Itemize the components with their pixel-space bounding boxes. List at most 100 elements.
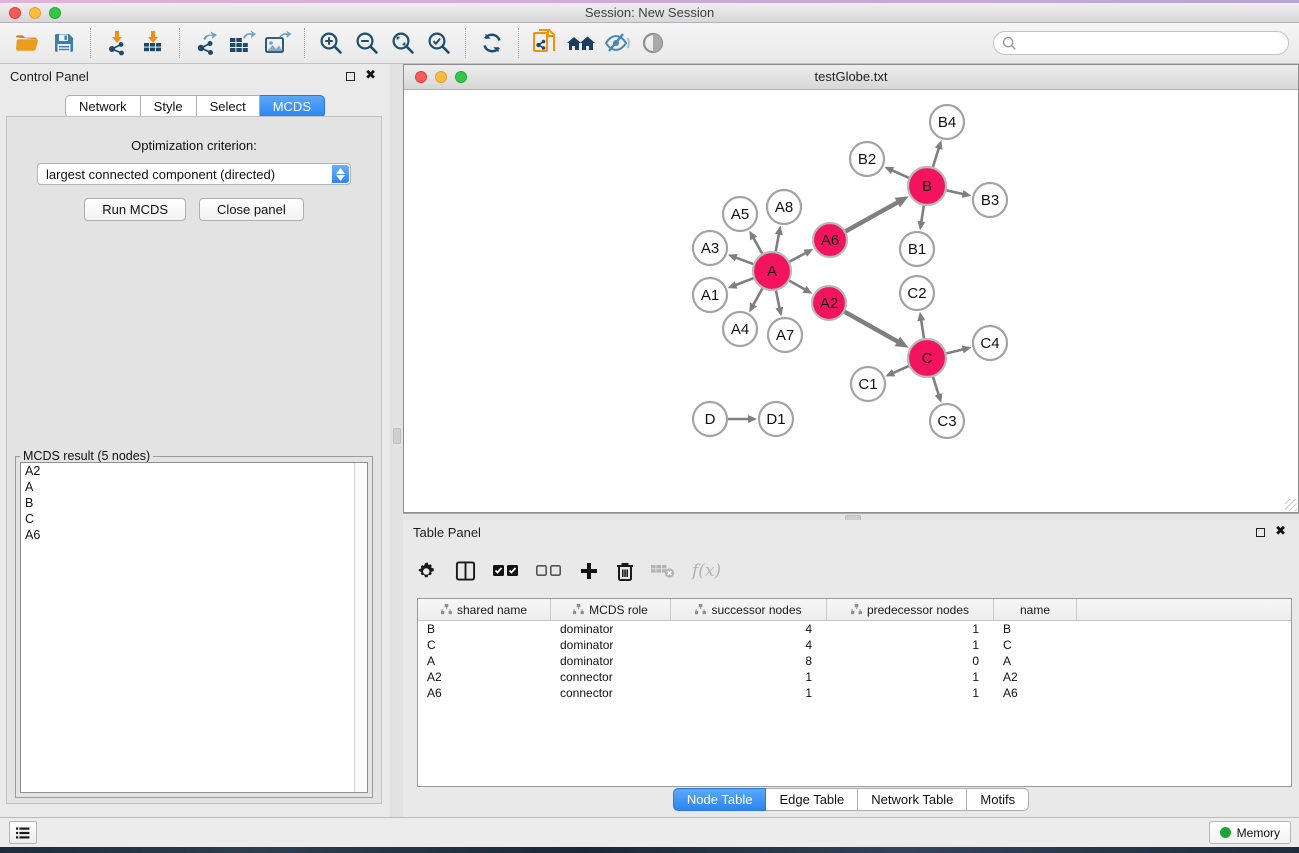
graph-edge-A6-B[interactable] — [846, 202, 899, 232]
network-window-titlebar[interactable]: testGlobe.txt — [404, 65, 1298, 90]
zoom-selected-icon[interactable] — [421, 26, 457, 60]
graph-node-B[interactable]: B — [908, 167, 946, 205]
column-header-MCDS-role[interactable]: MCDS role — [551, 599, 671, 620]
table-row[interactable]: A2connector11A2 — [418, 669, 1291, 685]
graph-edge-A-A1[interactable] — [734, 278, 753, 285]
import-network-icon[interactable] — [99, 26, 135, 60]
graph-node-A3[interactable]: A3 — [693, 231, 727, 265]
graph-edge-C-C3[interactable] — [933, 377, 939, 396]
graph-edge-A2-C[interactable] — [845, 312, 899, 343]
deselect-all-icon[interactable] — [536, 565, 562, 577]
delete-column-icon[interactable] — [616, 561, 634, 582]
graph-node-A[interactable]: A — [753, 252, 791, 290]
column-header-shared-name[interactable]: shared name — [418, 599, 551, 620]
graph-node-D1[interactable]: D1 — [759, 402, 793, 436]
graph-node-A7[interactable]: A7 — [768, 318, 802, 352]
tab-network[interactable]: Network — [65, 95, 141, 118]
scrollbar-track[interactable] — [354, 463, 367, 792]
graph-edge-B-B3[interactable] — [947, 190, 965, 194]
tab-node-table[interactable]: Node Table — [673, 788, 767, 811]
float-panel-icon[interactable] — [346, 72, 355, 81]
panel-menu-button[interactable] — [9, 821, 37, 844]
graph-edge-A-A6[interactable] — [790, 252, 807, 261]
close-panel-icon[interactable]: ✖ — [1275, 526, 1286, 538]
graph-node-B2[interactable]: B2 — [850, 142, 884, 176]
tab-motifs[interactable]: Motifs — [967, 788, 1029, 811]
result-item[interactable]: A — [21, 479, 367, 495]
hide-details-icon[interactable] — [599, 26, 635, 60]
open-session-icon[interactable] — [10, 26, 46, 60]
resize-grip-icon[interactable] — [1285, 499, 1297, 511]
table-row[interactable]: Bdominator41B — [418, 621, 1291, 637]
graph-edge-B-B1[interactable] — [921, 206, 924, 224]
tab-style[interactable]: Style — [141, 95, 197, 118]
graph-node-A2[interactable]: A2 — [812, 286, 846, 320]
graph-node-A8[interactable]: A8 — [767, 190, 801, 224]
table-row[interactable]: Adominator80A — [418, 653, 1291, 669]
import-table-icon[interactable] — [135, 26, 171, 60]
mcds-result-list[interactable]: A2ABCA6 — [20, 462, 368, 793]
result-item[interactable]: B — [21, 495, 367, 511]
graph-edge-B-B2[interactable] — [891, 170, 909, 178]
graph-edge-C-C2[interactable] — [921, 319, 924, 339]
result-item[interactable]: A6 — [21, 527, 367, 543]
table-row[interactable]: A6connector11A6 — [418, 685, 1291, 701]
result-item[interactable]: A2 — [21, 463, 367, 479]
graph-node-C[interactable]: C — [908, 339, 946, 377]
graph-edge-B-B4[interactable] — [933, 147, 939, 167]
home-icon[interactable] — [563, 26, 599, 60]
column-header-successor-nodes[interactable]: successor nodes — [671, 599, 827, 620]
graph-edge-C-C1[interactable] — [892, 366, 909, 373]
copy-network-icon[interactable] — [527, 26, 563, 60]
result-item[interactable]: C — [21, 511, 367, 527]
criterion-select[interactable]: largest connected component (directed) — [37, 163, 351, 185]
graph-edge-A-A5[interactable] — [753, 237, 762, 254]
graph-edge-A-A3[interactable] — [734, 257, 753, 264]
select-all-icon[interactable] — [493, 565, 519, 577]
column-header-predecessor-nodes[interactable]: predecessor nodes — [827, 599, 994, 620]
close-panel-button[interactable]: Close panel — [199, 198, 304, 221]
export-table-icon[interactable] — [224, 26, 260, 60]
save-session-icon[interactable] — [46, 26, 82, 60]
graph-node-A5[interactable]: A5 — [723, 197, 757, 231]
float-panel-icon[interactable] — [1256, 528, 1265, 537]
zoom-in-icon[interactable] — [313, 26, 349, 60]
column-layout-icon[interactable] — [455, 560, 476, 582]
graph-node-D[interactable]: D — [693, 402, 727, 436]
export-image-icon[interactable] — [260, 26, 296, 60]
graph-edge-A-A2[interactable] — [789, 281, 806, 290]
search-input[interactable] — [993, 31, 1289, 55]
graph-node-A1[interactable]: A1 — [693, 278, 727, 312]
tab-select[interactable]: Select — [197, 95, 260, 118]
graph-node-A6[interactable]: A6 — [813, 223, 847, 257]
graph-node-C3[interactable]: C3 — [930, 404, 964, 438]
graph-node-B4[interactable]: B4 — [930, 105, 964, 139]
gear-icon[interactable] — [417, 561, 438, 582]
graph-edge-A-A8[interactable] — [776, 233, 780, 252]
column-header-name[interactable]: name — [994, 599, 1077, 620]
graph-node-A4[interactable]: A4 — [723, 312, 757, 346]
graph-node-C4[interactable]: C4 — [973, 326, 1007, 360]
table-row[interactable]: Cdominator41C — [418, 637, 1291, 653]
node-table[interactable]: shared nameMCDS rolesuccessor nodesprede… — [417, 598, 1292, 787]
vertical-splitter[interactable] — [390, 64, 403, 818]
graph-node-C2[interactable]: C2 — [900, 276, 934, 310]
graph-edge-C-C4[interactable] — [946, 349, 964, 353]
tab-network-table[interactable]: Network Table — [858, 788, 967, 811]
show-details-icon[interactable] — [635, 26, 671, 60]
tab-mcds[interactable]: MCDS — [260, 95, 325, 118]
tab-edge-table[interactable]: Edge Table — [766, 788, 858, 811]
network-canvas[interactable]: B4 B2 B B3 A8 A5 A6 A3 B1 A C2 A1 A2 A4 A7 C4 C C1 C3 D D1 — [404, 90, 1298, 512]
memory-button[interactable]: Memory — [1209, 821, 1291, 844]
graph-edge-A-A7[interactable] — [776, 291, 780, 310]
graph-node-B1[interactable]: B1 — [900, 232, 934, 266]
add-column-icon[interactable] — [579, 561, 599, 581]
close-panel-icon[interactable]: ✖ — [365, 70, 376, 82]
splitter-grip[interactable] — [393, 428, 401, 444]
graph-node-C1[interactable]: C1 — [851, 367, 885, 401]
graph-node-B3[interactable]: B3 — [973, 183, 1007, 217]
export-network-icon[interactable] — [188, 26, 224, 60]
graph-edge-A-A4[interactable] — [753, 289, 763, 307]
zoom-fit-icon[interactable] — [385, 26, 421, 60]
zoom-out-icon[interactable] — [349, 26, 385, 60]
